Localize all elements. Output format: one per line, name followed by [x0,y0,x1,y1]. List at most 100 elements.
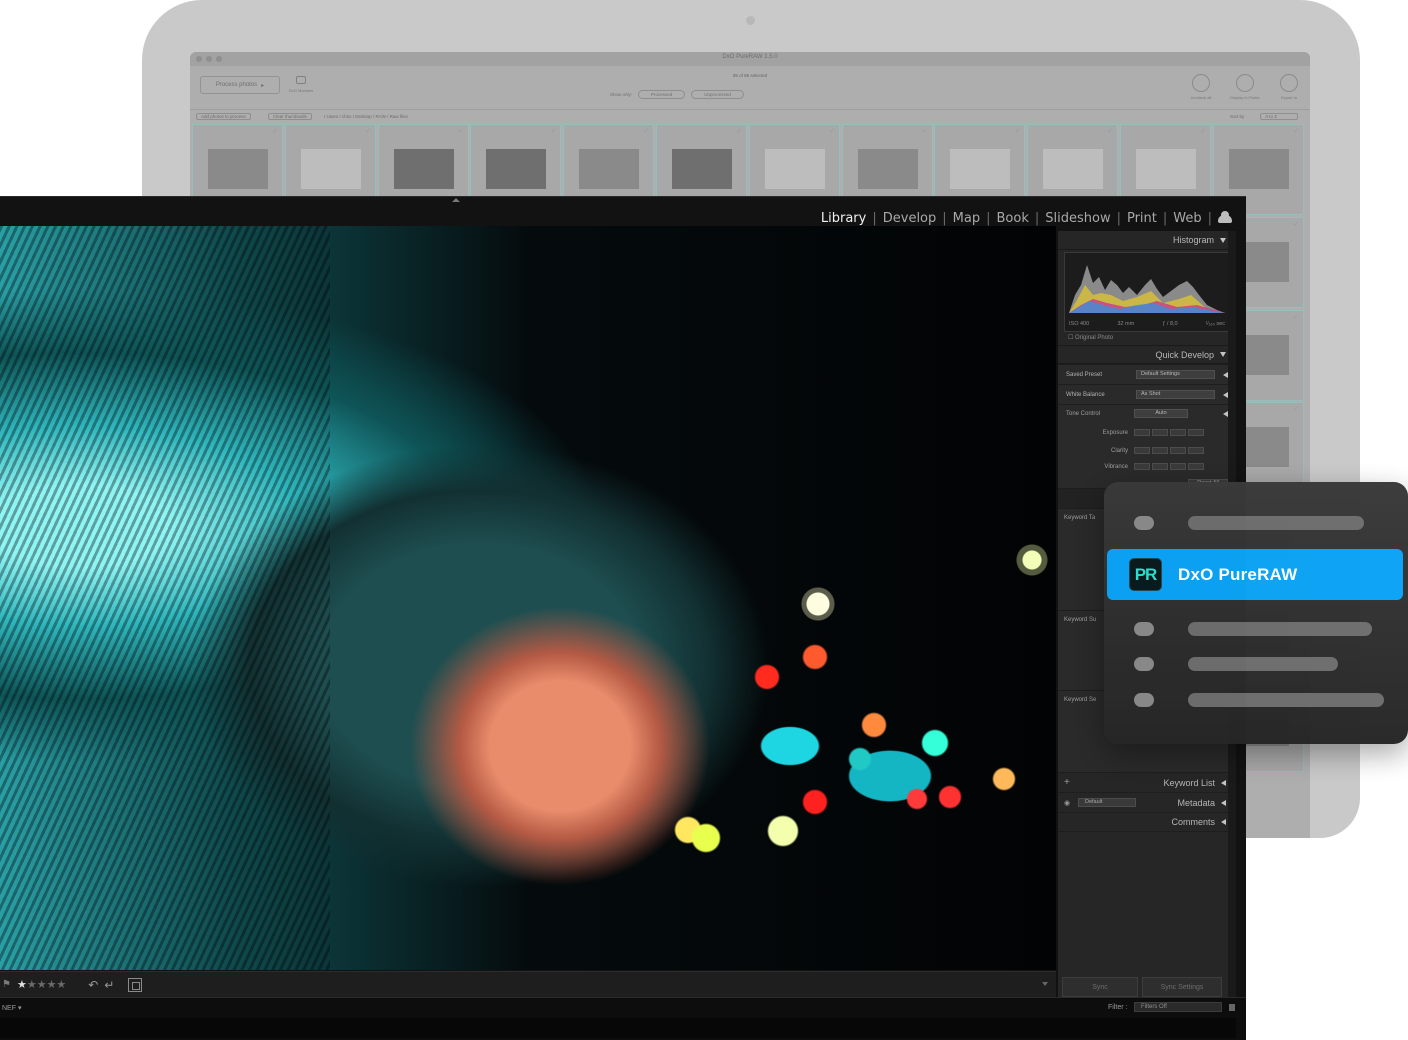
module-library[interactable]: Library [815,211,872,226]
add-keyword-icon[interactable]: + [1064,777,1070,788]
comments-header[interactable]: Comments [1058,812,1236,832]
tone-control-label: Tone Control [1066,410,1101,417]
pureraw-toolbar: Process photos ▸ DxO Modules 85 of 85 sel… [190,66,1310,110]
export-to-button[interactable]: Export to [1274,74,1304,100]
filmstrip-thumbnails[interactable] [0,1018,1236,1038]
dxo-pureraw-menu-item[interactable]: PR DxO PureRAW [1107,549,1403,600]
add-photos-button[interactable]: Add photos to process [196,113,251,120]
show-only-filters: Show only: Processed Unprocessed [610,90,744,99]
check-icon[interactable]: ✓ [458,127,464,135]
module-web[interactable]: Web [1167,211,1207,226]
filmstrip-source[interactable]: NEF ▾ [2,1004,21,1012]
rotate-right-icon[interactable]: ↵ [104,978,114,992]
filter-select[interactable]: Filters Off [1134,1002,1222,1012]
crop-overlay-icon[interactable] [128,977,143,992]
saved-preset-label: Saved Preset [1066,371,1103,378]
check-icon[interactable]: ✓ [1293,313,1299,321]
thumbnail-image [764,149,825,189]
thumbnail-image [1043,149,1104,189]
menu-item[interactable] [1134,516,1364,530]
clarity-row: Clarity [1066,447,1228,454]
check-icon[interactable]: ✓ [1015,127,1021,135]
thumbnail-image [393,149,454,189]
original-photo-toggle[interactable]: ☐ Original Photo [1068,334,1236,341]
histogram-exif: ISO 400 32 mm ƒ / 8,0 ¹⁄₁₆₀ sec [1069,321,1225,327]
uncheck-all-button[interactable]: Uncheck all [1186,74,1216,100]
process-photos-button[interactable]: Process photos ▸ [200,76,280,94]
menu-item-icon [1134,657,1154,671]
check-icon[interactable]: ✓ [1293,220,1299,228]
check-icon[interactable]: ✓ [272,127,278,135]
thumbnail-image [579,149,640,189]
sort-select[interactable]: A to Z [1260,113,1298,120]
check-icon[interactable]: ✓ [829,127,835,135]
dxo-modules-button[interactable]: DxO Modules [286,76,316,93]
white-balance-select[interactable]: As Shot [1136,390,1215,399]
dxo-modules-label: DxO Modules [288,88,314,93]
check-icon[interactable]: ✓ [1293,127,1299,135]
keyword-set-label: Keyword Se [1064,697,1097,703]
expand-icon [1221,779,1226,786]
sync-button[interactable]: Sync [1062,977,1138,997]
module-develop[interactable]: Develop [877,211,943,226]
histogram-header[interactable]: Histogram [1058,231,1236,250]
exposure-steppers[interactable] [1134,429,1204,436]
menu-item[interactable] [1134,693,1384,707]
rotate-left-icon[interactable]: ↶ [88,978,98,992]
play-icon: ▸ [261,82,265,89]
star-rating[interactable]: ★★★★★ [17,978,66,991]
original-photo-label: Original Photo [1075,335,1114,341]
check-icon[interactable]: ✓ [1293,405,1299,413]
flag-icon[interactable]: ⚑ [2,979,11,990]
module-picker: Library | Develop | Map | Book | Slideshow | … [815,210,1232,226]
filter-processed[interactable]: Processed [638,90,686,99]
module-map[interactable]: Map [947,211,986,226]
check-icon[interactable]: ✓ [736,127,742,135]
top-panel-toggle-icon[interactable] [452,198,460,202]
pureraw-logo-icon: PR [1129,558,1162,591]
thumbnail-image [950,149,1011,189]
pureraw-actions: Uncheck all Display in Finder Export to [1186,74,1304,100]
module-slideshow[interactable]: Slideshow [1039,211,1116,226]
histogram-graph [1069,265,1225,313]
check-icon[interactable]: ✓ [551,127,557,135]
metadata-preset-select[interactable]: Default [1078,798,1136,807]
thumbnail-image [857,149,918,189]
vibrance-row: Vibrance [1066,463,1228,470]
display-in-finder-button[interactable]: Display in Finder [1230,74,1260,100]
auto-tone-button[interactable]: Auto [1134,409,1188,418]
menu-item[interactable] [1134,657,1338,671]
clarity-steppers[interactable] [1134,447,1204,454]
clear-thumbnails-button[interactable]: Clear thumbnails [268,113,312,120]
saved-preset-select[interactable]: Default Settings [1136,370,1215,379]
check-icon[interactable]: ✓ [643,127,649,135]
library-toolbar: ⚑ ★★★★★ ↶ ↵ [0,971,1056,997]
menu-item[interactable] [1134,622,1372,636]
folder-path: / Users / chris / Desktop / RAW / Raw fi… [324,114,408,119]
keyword-list-title: Keyword List [1163,777,1215,788]
sync-settings-button[interactable]: Sync Settings [1142,977,1222,997]
sort-label: Sort by [1229,114,1245,119]
check-icon[interactable]: ✓ [1107,127,1113,135]
filter-unprocessed[interactable]: Unprocessed [691,90,744,99]
keyword-list-header[interactable]: + Keyword List [1058,772,1236,792]
collapse-icon [1220,237,1226,243]
check-icon[interactable]: ✓ [1200,127,1206,135]
metadata-header[interactable]: ◉ Default Metadata [1058,792,1236,812]
main-photo-preview[interactable] [0,226,1056,970]
thumbnail-image [1135,149,1196,189]
quick-develop-header[interactable]: Quick Develop [1058,345,1236,364]
module-print[interactable]: Print [1121,211,1163,226]
filmstrip: NEF ▾ Filter : Filters Off [0,997,1246,1040]
module-book[interactable]: Book [991,211,1035,226]
toolbar-menu-icon[interactable] [1042,982,1048,986]
menu-item-icon [1134,693,1154,707]
vibrance-steppers[interactable] [1134,463,1204,470]
pureraw-window-title: DxO PureRAW 1.5.0 [722,54,778,60]
check-icon[interactable]: ✓ [365,127,371,135]
show-only-label: Show only: [610,92,633,97]
saved-preset-row: Saved Preset Default Settings [1058,364,1236,384]
lock-icon[interactable] [1229,1004,1235,1011]
cloud-sync-icon[interactable] [1218,210,1232,223]
check-icon[interactable]: ✓ [922,127,928,135]
